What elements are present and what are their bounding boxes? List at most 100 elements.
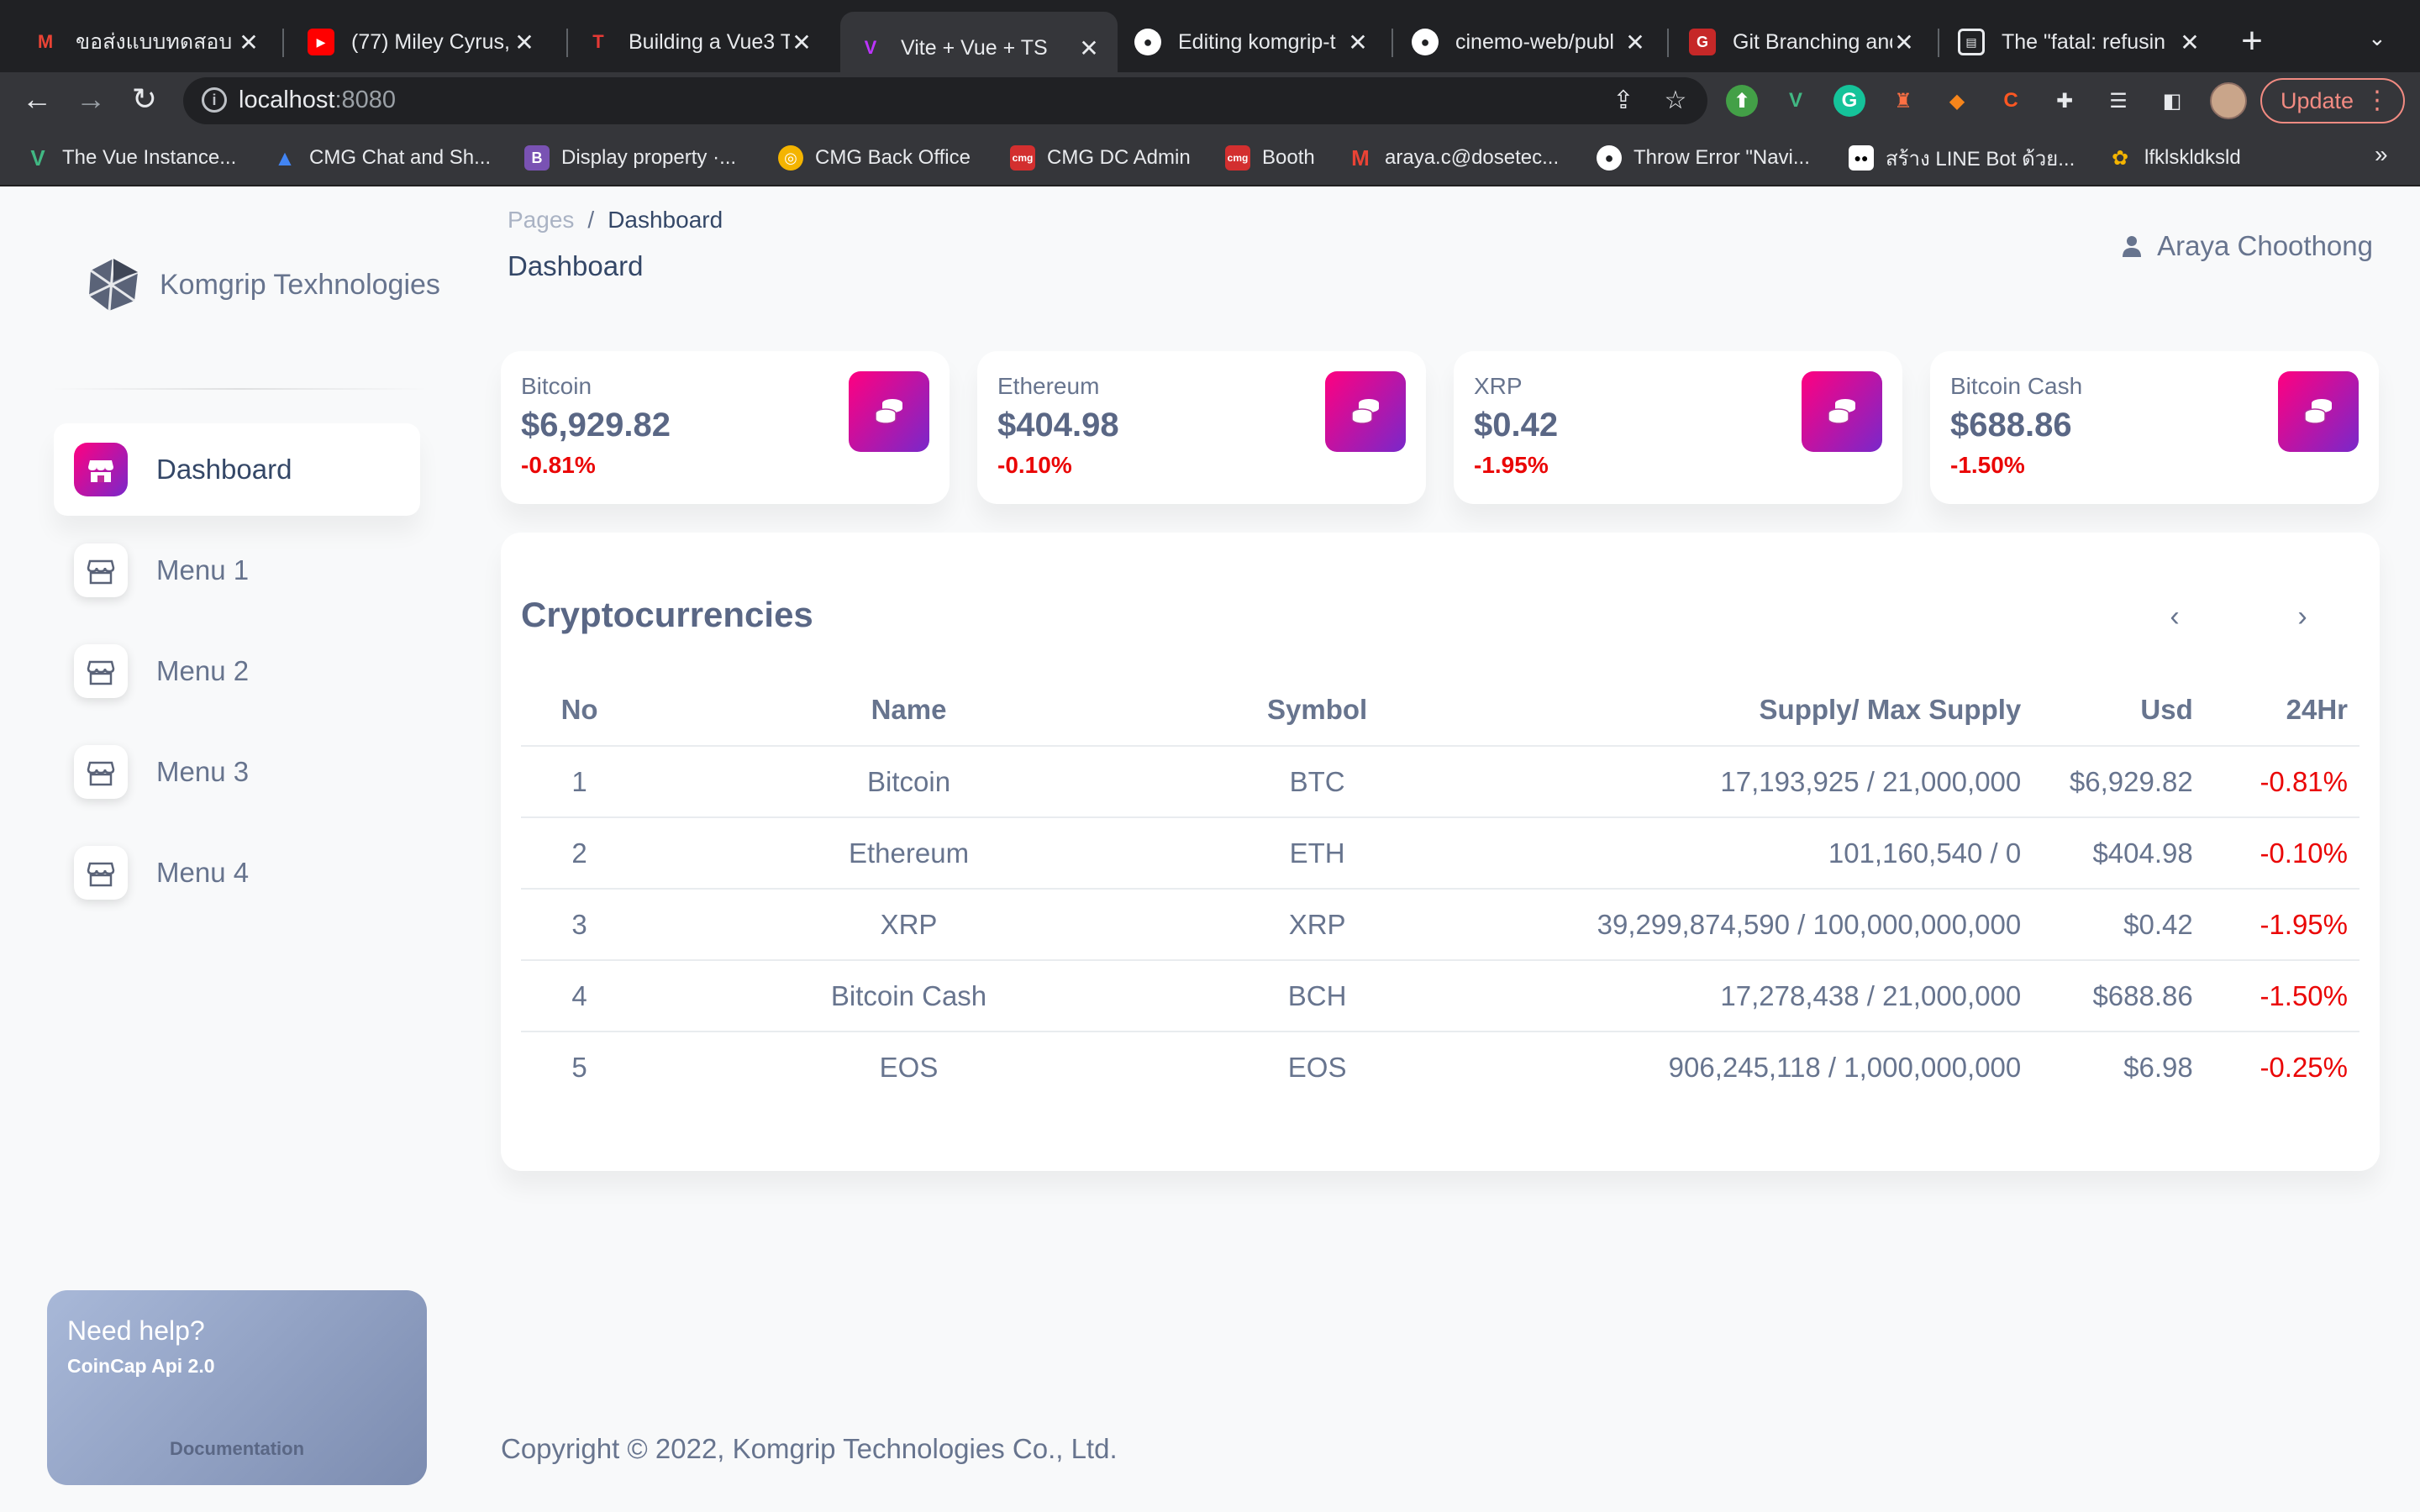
tab-search-icon[interactable]: ⌄ (2368, 25, 2386, 51)
table-row[interactable]: 2 Ethereum ETH 101,160,540 / 0 $404.98 -… (521, 817, 2360, 890)
stat-price: $688.86 (1950, 407, 2072, 444)
new-tab-button[interactable]: + (2235, 20, 2269, 62)
sidebar-item-label: Menu 1 (156, 554, 250, 585)
browser-tab-4[interactable]: ● Editing komgrip-t ✕ (1118, 13, 1386, 71)
chevron-left-icon[interactable]: ‹ (2158, 600, 2191, 633)
browser-tab-6[interactable]: G Git Branching and ✕ (1672, 13, 1933, 71)
cell-symbol: BCH (1179, 960, 1455, 1032)
tab-title: ขอส่งแบบทดสอบ V (76, 30, 237, 54)
close-icon[interactable]: ✕ (790, 29, 813, 56)
bookmark-8[interactable]: ●● สร้าง LINE Bot ด้วย... (1849, 141, 2075, 175)
grammarly-icon[interactable]: G (1833, 85, 1865, 117)
cell-symbol: EOS (1287, 1052, 1347, 1083)
star-icon[interactable]: ☆ (1659, 84, 1692, 118)
table-row[interactable]: 1 Bitcoin BTC 17,193,925 / 21,000,000 $6… (521, 746, 2360, 818)
cell-supply: 17,193,925 / 21,000,000 (1455, 746, 2040, 818)
browser-tab-5[interactable]: ● cinemo-web/publ ✕ (1395, 13, 1664, 71)
url-text[interactable]: localhost:8080 (239, 87, 396, 114)
brand[interactable]: Komgrip Texhnologies (84, 255, 440, 314)
extension-icon[interactable]: ⬆ (1726, 85, 1758, 117)
close-icon[interactable]: ✕ (513, 29, 536, 56)
booth-icon: cmg (1225, 145, 1250, 171)
shop-icon (74, 644, 128, 698)
share-icon[interactable]: ⇪ (1607, 84, 1640, 118)
back-icon[interactable]: ← (18, 81, 55, 118)
chevron-right-icon[interactable]: » (2375, 141, 2388, 168)
coins-icon (849, 371, 929, 452)
brand-name: Komgrip Texhnologies (160, 268, 440, 301)
cmg-icon: ◎ (778, 145, 803, 171)
sidebar-item-label: Menu 3 (156, 756, 250, 787)
breadcrumb-current: Dashboard (608, 207, 723, 233)
column-header: No (521, 674, 639, 747)
table-row[interactable]: 3 XRP XRP 39,299,874,590 / 100,000,000,0… (521, 889, 2360, 961)
cell-no: 1 (521, 746, 639, 818)
forward-icon[interactable]: → (72, 81, 109, 118)
close-icon[interactable]: ✕ (1077, 34, 1101, 62)
documentation-button[interactable]: Documentation (67, 1438, 407, 1460)
info-icon[interactable]: i (202, 87, 227, 113)
bookmark-9[interactable]: ✿ lfklskldksld (2107, 141, 2241, 175)
cell-change: -1.95% (2204, 889, 2360, 961)
column-header: Name (638, 674, 1180, 747)
close-icon[interactable]: ✕ (1623, 29, 1647, 56)
close-icon[interactable]: ✕ (237, 29, 260, 56)
page-icon: ▤ (1958, 29, 1985, 55)
bookmark-0[interactable]: V The Vue Instance... (25, 141, 236, 175)
metamask-icon[interactable]: ◆ (1941, 85, 1973, 117)
sidebar-item-dashboard[interactable]: Dashboard (54, 423, 420, 516)
shop-icon (74, 745, 128, 799)
blog-icon: T (592, 31, 604, 52)
close-icon[interactable]: ✕ (1346, 29, 1370, 56)
gmail-icon: M (1351, 144, 1370, 171)
cell-change: -0.25% (2260, 1052, 2348, 1083)
sidebar-item-menu-4[interactable]: Menu 4 (54, 827, 420, 919)
side-panel-icon[interactable]: ◧ (2156, 85, 2188, 117)
breadcrumb-separator: / (587, 207, 595, 233)
bookmark-1[interactable]: ▲ CMG Chat and Sh... (272, 141, 491, 175)
vue-devtools-icon[interactable]: V (1780, 85, 1812, 117)
sidebar-item-menu-1[interactable]: Menu 1 (54, 524, 420, 617)
address-bar[interactable] (183, 77, 1707, 124)
footer-copyright: Copyright © 2022, Komgrip Technologies C… (501, 1433, 1118, 1464)
chevron-right-icon[interactable]: › (2286, 600, 2319, 633)
gmail-icon: M (37, 31, 54, 52)
bookmark-7[interactable]: ● Throw Error "Navi... (1597, 141, 1810, 175)
browser-tab-7[interactable]: ▤ The "fatal: refusin ✕ (1941, 13, 2218, 71)
bookmark-5[interactable]: cmg Booth (1225, 141, 1315, 175)
update-button[interactable]: Update ⋮ (2260, 78, 2405, 123)
bookmark-3[interactable]: ◎ CMG Back Office (778, 141, 971, 175)
stat-change: -0.10% (997, 452, 1072, 478)
column-header: Symbol (1179, 674, 1455, 747)
extensions-puzzle-icon[interactable]: ✚ (2049, 85, 2081, 117)
tab-title: Building a Vue3 T (629, 29, 790, 54)
browser-tab-2[interactable]: T Building a Vue3 T ✕ (568, 13, 830, 71)
sidebar-item-label: Menu 2 (156, 655, 250, 686)
sidebar-item-menu-2[interactable]: Menu 2 (54, 625, 420, 717)
breadcrumb-root[interactable]: Pages (508, 207, 574, 234)
tab-title: The "fatal: refusin (2002, 29, 2166, 54)
bookmark-4[interactable]: cmg CMG DC Admin (1010, 141, 1191, 175)
cell-usd: $688.86 (2039, 960, 2205, 1032)
sidebar-item-menu-3[interactable]: Menu 3 (54, 726, 420, 818)
extension-icon[interactable]: ♜ (1887, 85, 1919, 117)
cell-name: XRP (638, 889, 1180, 961)
bookmark-6[interactable]: Maraya.c@dosetec... (1348, 141, 1559, 175)
browser-tab-0[interactable]: M ขอส่งแบบทดสอบ V ✕ (15, 13, 277, 71)
reading-list-icon[interactable]: ☰ (2102, 85, 2134, 117)
extension-icon[interactable]: C (1995, 85, 2027, 117)
github-icon: ● (1412, 29, 1439, 55)
reload-icon[interactable]: ↻ (126, 81, 163, 118)
profile-avatar[interactable] (2210, 82, 2247, 119)
close-icon[interactable]: ✕ (1892, 29, 1916, 56)
shop-icon (74, 846, 128, 900)
stat-name: Ethereum (997, 373, 1100, 399)
bookmark-2[interactable]: B Display property ·... (524, 141, 736, 175)
browser-tab-1[interactable]: ▶ (77) Miley Cyrus, ✕ (291, 13, 553, 71)
table-row[interactable]: 5 EOS EOS 906,245,118 / 1,000,000,000 $6… (521, 1032, 2360, 1103)
cell-supply: 906,245,118 / 1,000,000,000 (1668, 1052, 2022, 1083)
help-title: Need help? (67, 1315, 205, 1346)
user-menu[interactable]: Araya Choothong (2122, 230, 2373, 262)
table-row[interactable]: 4 Bitcoin Cash BCH 17,278,438 / 21,000,0… (521, 960, 2360, 1032)
close-icon[interactable]: ✕ (2178, 29, 2202, 56)
